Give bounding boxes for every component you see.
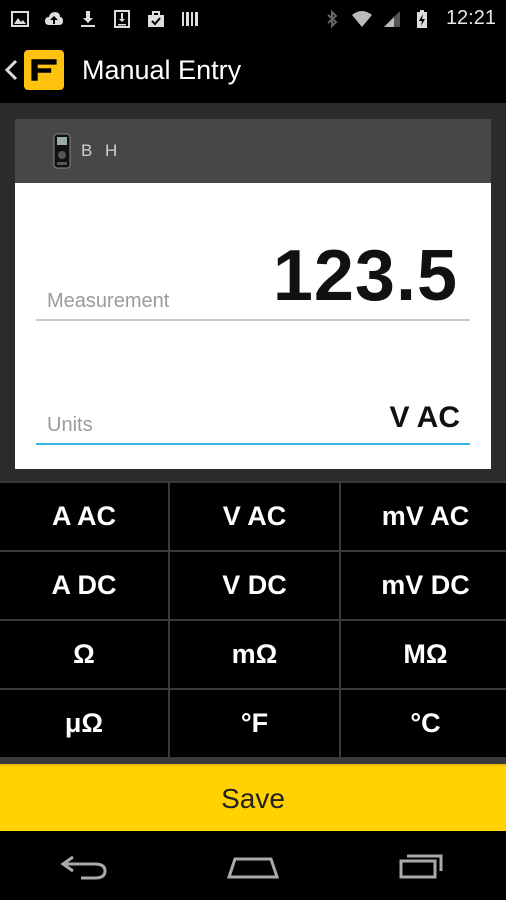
measurement-value: 123.5 bbox=[272, 236, 458, 316]
unit-key-microohm[interactable]: μΩ bbox=[0, 690, 168, 757]
unit-key-v-dc[interactable]: V DC bbox=[170, 552, 339, 619]
unit-key-megaohm[interactable]: MΩ bbox=[341, 621, 506, 688]
back-icon[interactable] bbox=[39, 841, 129, 891]
entry-panel: B H Measurement 123.5 Units V AC bbox=[0, 103, 506, 481]
download-box-icon bbox=[112, 9, 132, 29]
units-field[interactable]: Units V AC bbox=[36, 389, 470, 445]
multimeter-icon bbox=[53, 133, 71, 169]
entry-card: B H Measurement 123.5 Units V AC bbox=[15, 119, 491, 469]
unit-key-milliohm[interactable]: mΩ bbox=[170, 621, 339, 688]
status-bar: 12:21 bbox=[0, 0, 506, 37]
save-button[interactable]: Save bbox=[0, 764, 506, 831]
cloud-upload-icon bbox=[44, 9, 64, 29]
units-value: V AC bbox=[389, 401, 460, 434]
barcode-icon bbox=[180, 9, 200, 29]
image-icon bbox=[10, 9, 30, 29]
unit-key-a-dc[interactable]: A DC bbox=[0, 552, 168, 619]
home-icon[interactable] bbox=[208, 841, 298, 891]
wifi-icon bbox=[351, 9, 372, 29]
unit-key-v-ac[interactable]: V AC bbox=[170, 483, 339, 550]
briefcase-check-icon bbox=[146, 9, 166, 29]
unit-key-celsius[interactable]: °C bbox=[341, 690, 506, 757]
unit-key-mv-ac[interactable]: mV AC bbox=[341, 483, 506, 550]
navigation-bar bbox=[0, 831, 506, 900]
fluke-logo-icon bbox=[27, 55, 61, 85]
unit-key-a-ac[interactable]: A AC bbox=[0, 483, 168, 550]
bluetooth-icon bbox=[322, 9, 342, 29]
unit-key-fahrenheit[interactable]: °F bbox=[170, 690, 339, 757]
measurement-label: Measurement bbox=[47, 290, 170, 312]
action-bar: Manual Entry bbox=[0, 37, 506, 103]
unit-key-ohm[interactable]: Ω bbox=[0, 621, 168, 688]
device-name: B H bbox=[81, 141, 122, 160]
units-keypad: A AC V AC mV AC A DC V DC mV DC Ω mΩ MΩ … bbox=[0, 481, 506, 764]
battery-charging-icon bbox=[412, 9, 432, 29]
unit-key-mv-dc[interactable]: mV DC bbox=[341, 552, 506, 619]
recent-apps-icon[interactable] bbox=[377, 841, 467, 891]
status-system: 12:21 bbox=[322, 7, 496, 30]
measurement-field[interactable]: Measurement 123.5 bbox=[36, 229, 470, 321]
device-header: B H bbox=[15, 119, 491, 183]
page-title: Manual Entry bbox=[82, 54, 242, 85]
signal-icon bbox=[382, 9, 402, 29]
download-icon bbox=[78, 9, 98, 29]
up-navigation-chevron-icon[interactable] bbox=[2, 55, 20, 85]
status-time: 12:21 bbox=[445, 7, 496, 29]
app-logo[interactable] bbox=[24, 50, 64, 90]
units-label: Units bbox=[47, 414, 93, 436]
status-notifications bbox=[10, 9, 200, 29]
